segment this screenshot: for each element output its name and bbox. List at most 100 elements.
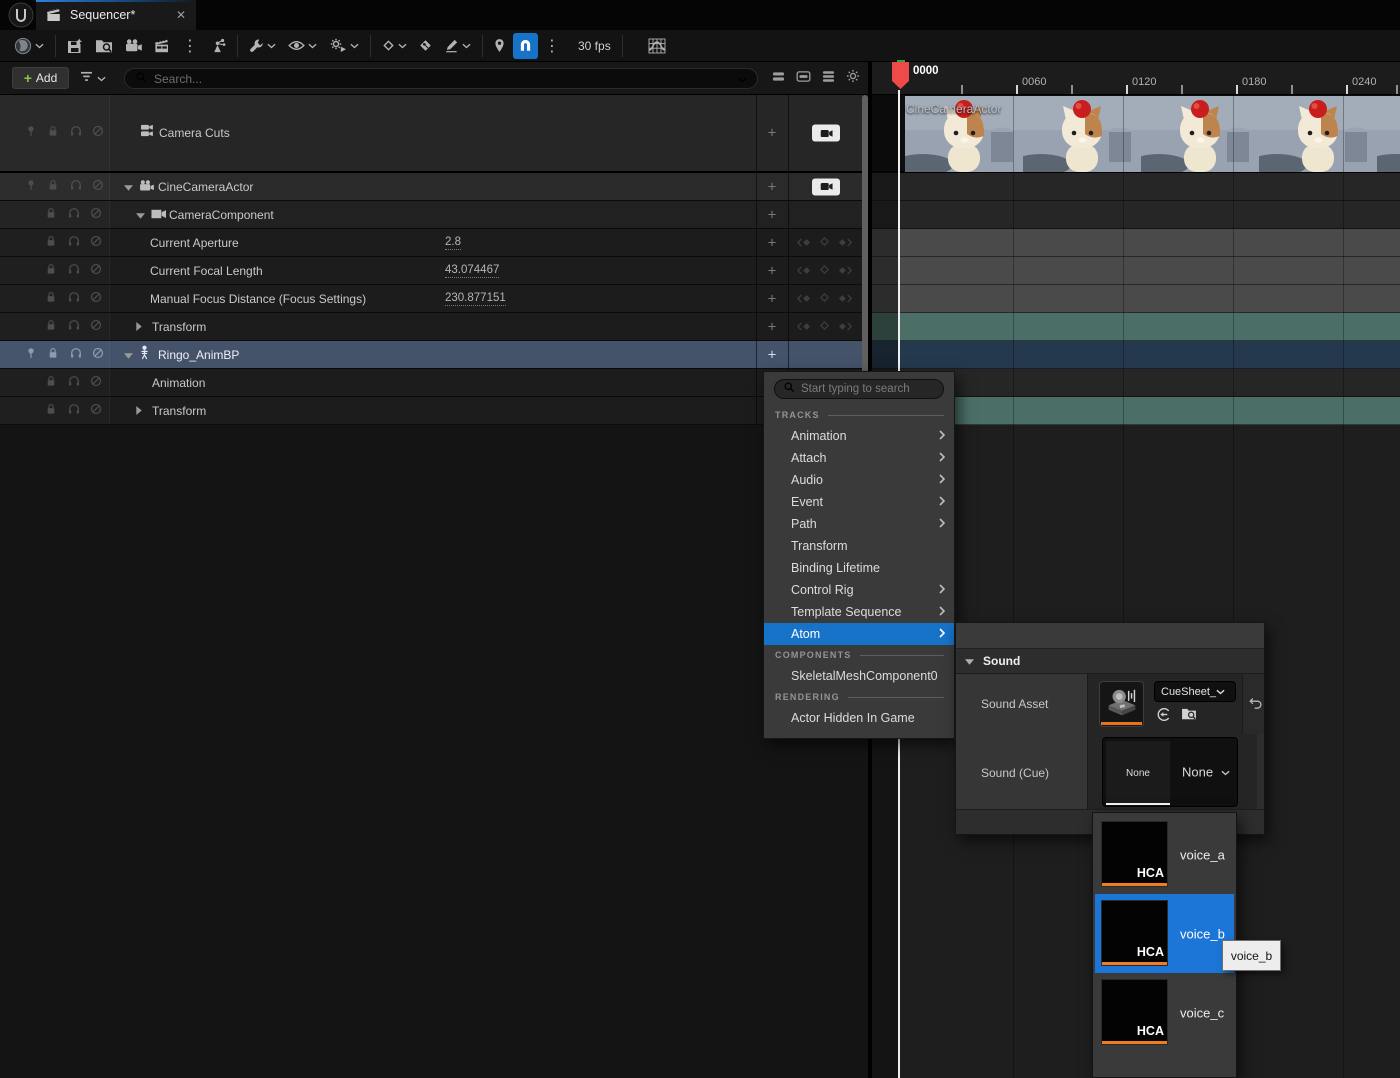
headphones-toggle-icon[interactable] bbox=[68, 402, 80, 420]
mute-toggle-icon[interactable] bbox=[90, 318, 102, 336]
menu-item-event[interactable]: Event bbox=[764, 491, 954, 513]
expand-down-icon[interactable] bbox=[124, 178, 133, 196]
add-section-button[interactable]: + bbox=[762, 206, 782, 223]
camera-lock-button[interactable] bbox=[812, 178, 840, 195]
timeline-track-row[interactable] bbox=[872, 173, 1400, 201]
expand-down-icon[interactable] bbox=[136, 206, 145, 224]
track-row[interactable]: Current Aperture2.8+ bbox=[0, 229, 863, 257]
render-options-ellipsis[interactable]: ⋮ bbox=[176, 33, 204, 59]
snapping-toggle[interactable] bbox=[513, 33, 538, 59]
tab-close-icon[interactable]: ✕ bbox=[176, 8, 186, 22]
mute-toggle-icon[interactable] bbox=[90, 374, 102, 392]
save-button[interactable] bbox=[61, 33, 89, 59]
add-section-button[interactable]: + bbox=[762, 125, 782, 142]
add-key-button[interactable] bbox=[819, 318, 830, 336]
timeline-track-row[interactable] bbox=[872, 341, 1400, 369]
render-movie-button[interactable] bbox=[148, 33, 176, 59]
timeline-track-row[interactable] bbox=[872, 313, 1400, 341]
track-row[interactable]: Manual Focus Distance (Focus Settings)23… bbox=[0, 285, 863, 313]
expand-right-icon[interactable] bbox=[136, 318, 142, 336]
mute-toggle-icon[interactable] bbox=[90, 290, 102, 308]
asset-class-dropdown[interactable]: CueSheet_ bbox=[1154, 681, 1236, 702]
pin-toggle-icon[interactable] bbox=[26, 178, 36, 196]
create-camera-button[interactable] bbox=[119, 33, 148, 59]
menu-item-atom[interactable]: Atom bbox=[764, 623, 954, 645]
fps-selector[interactable]: 30 fps bbox=[572, 33, 617, 59]
view-options-button[interactable] bbox=[282, 33, 323, 59]
menu-item-audio[interactable]: Audio bbox=[764, 469, 954, 491]
expand-rows-icon[interactable] bbox=[821, 70, 836, 88]
edit-curves-button[interactable] bbox=[438, 33, 477, 59]
frame-rows-icon[interactable] bbox=[796, 70, 811, 88]
filter-button[interactable] bbox=[80, 69, 106, 87]
lock-toggle-icon[interactable] bbox=[46, 318, 56, 336]
add-track-button[interactable]: + Add bbox=[12, 67, 69, 89]
lock-toggle-icon[interactable] bbox=[46, 234, 56, 252]
edit-actors-button[interactable] bbox=[204, 33, 232, 59]
previous-key-button[interactable] bbox=[796, 262, 812, 280]
timeline-track-row[interactable]: CineCameraActor bbox=[872, 95, 1400, 173]
add-key-button[interactable] bbox=[819, 262, 830, 280]
previous-key-button[interactable] bbox=[796, 318, 812, 336]
mute-toggle-icon[interactable] bbox=[90, 402, 102, 420]
lock-toggle-icon[interactable] bbox=[46, 402, 56, 420]
menu-item-actor-hidden-in-game[interactable]: Actor Hidden In Game bbox=[764, 707, 954, 729]
add-section-button[interactable]: + bbox=[762, 318, 782, 335]
mute-toggle-icon[interactable] bbox=[92, 178, 104, 196]
menu-item-control-rig[interactable]: Control Rig bbox=[764, 579, 954, 601]
previous-key-button[interactable] bbox=[796, 234, 812, 252]
mute-toggle-icon[interactable] bbox=[90, 234, 102, 252]
track-row[interactable]: Animation+ bbox=[0, 369, 863, 397]
timeline-track-row[interactable] bbox=[872, 285, 1400, 313]
expand-down-icon[interactable] bbox=[124, 346, 133, 364]
lock-toggle-icon[interactable] bbox=[46, 290, 56, 308]
keyframe-options-button[interactable] bbox=[376, 33, 413, 59]
lock-toggle-icon[interactable] bbox=[48, 124, 58, 142]
snapping-options-ellipsis[interactable]: ⋮ bbox=[538, 33, 566, 59]
headphones-toggle-icon[interactable] bbox=[70, 124, 82, 142]
track-row[interactable]: Transform+ bbox=[0, 313, 863, 341]
property-value-field[interactable]: 43.074467 bbox=[445, 264, 499, 278]
menu-item-template-sequence[interactable]: Template Sequence bbox=[764, 601, 954, 623]
headphones-toggle-icon[interactable] bbox=[68, 234, 80, 252]
curve-editor-button[interactable] bbox=[642, 33, 672, 59]
cue-option-voice_a[interactable]: HCAvoice_a bbox=[1095, 815, 1234, 894]
mute-toggle-icon[interactable] bbox=[90, 206, 102, 224]
headphones-toggle-icon[interactable] bbox=[70, 178, 82, 196]
headphones-toggle-icon[interactable] bbox=[70, 346, 82, 364]
track-row[interactable]: CineCameraActor+ bbox=[0, 173, 863, 201]
reset-to-default-button[interactable] bbox=[1249, 696, 1263, 714]
lock-toggle-icon[interactable] bbox=[48, 346, 58, 364]
use-selected-asset-button[interactable] bbox=[1156, 707, 1171, 727]
browse-content-button[interactable] bbox=[89, 33, 119, 59]
track-row[interactable]: Camera Cuts+ bbox=[0, 95, 863, 173]
timeline-track-row[interactable] bbox=[872, 201, 1400, 229]
track-row[interactable]: CameraComponent+ bbox=[0, 201, 863, 229]
mute-toggle-icon[interactable] bbox=[90, 262, 102, 280]
add-key-button[interactable] bbox=[819, 234, 830, 252]
browse-to-asset-button[interactable] bbox=[1181, 707, 1197, 727]
lock-toggle-icon[interactable] bbox=[46, 374, 56, 392]
gear-icon[interactable] bbox=[846, 69, 860, 88]
timeline-track-row[interactable] bbox=[872, 257, 1400, 285]
lock-toggle-icon[interactable] bbox=[48, 178, 58, 196]
tab-sequencer[interactable]: Sequencer* ✕ bbox=[36, 0, 196, 30]
playhead-position-button[interactable] bbox=[488, 33, 511, 59]
add-section-button[interactable]: + bbox=[762, 234, 782, 251]
track-row[interactable]: Ringo_AnimBP+ bbox=[0, 341, 863, 369]
headphones-toggle-icon[interactable] bbox=[68, 262, 80, 280]
add-section-button[interactable]: + bbox=[762, 262, 782, 279]
menu-item-attach[interactable]: Attach bbox=[764, 447, 954, 469]
menu-item-path[interactable]: Path bbox=[764, 513, 954, 535]
pin-toggle-icon[interactable] bbox=[26, 124, 36, 142]
next-key-button[interactable] bbox=[837, 318, 853, 336]
world-selector-button[interactable] bbox=[8, 33, 50, 59]
track-row[interactable]: Transform+ bbox=[0, 397, 863, 425]
next-key-button[interactable] bbox=[837, 262, 853, 280]
chevron-down-icon[interactable] bbox=[738, 70, 747, 88]
expand-right-icon[interactable] bbox=[136, 402, 142, 420]
auto-key-button[interactable] bbox=[413, 33, 438, 59]
track-row[interactable]: Current Focal Length43.074467+ bbox=[0, 257, 863, 285]
pin-toggle-icon[interactable] bbox=[26, 346, 36, 364]
headphones-toggle-icon[interactable] bbox=[68, 290, 80, 308]
